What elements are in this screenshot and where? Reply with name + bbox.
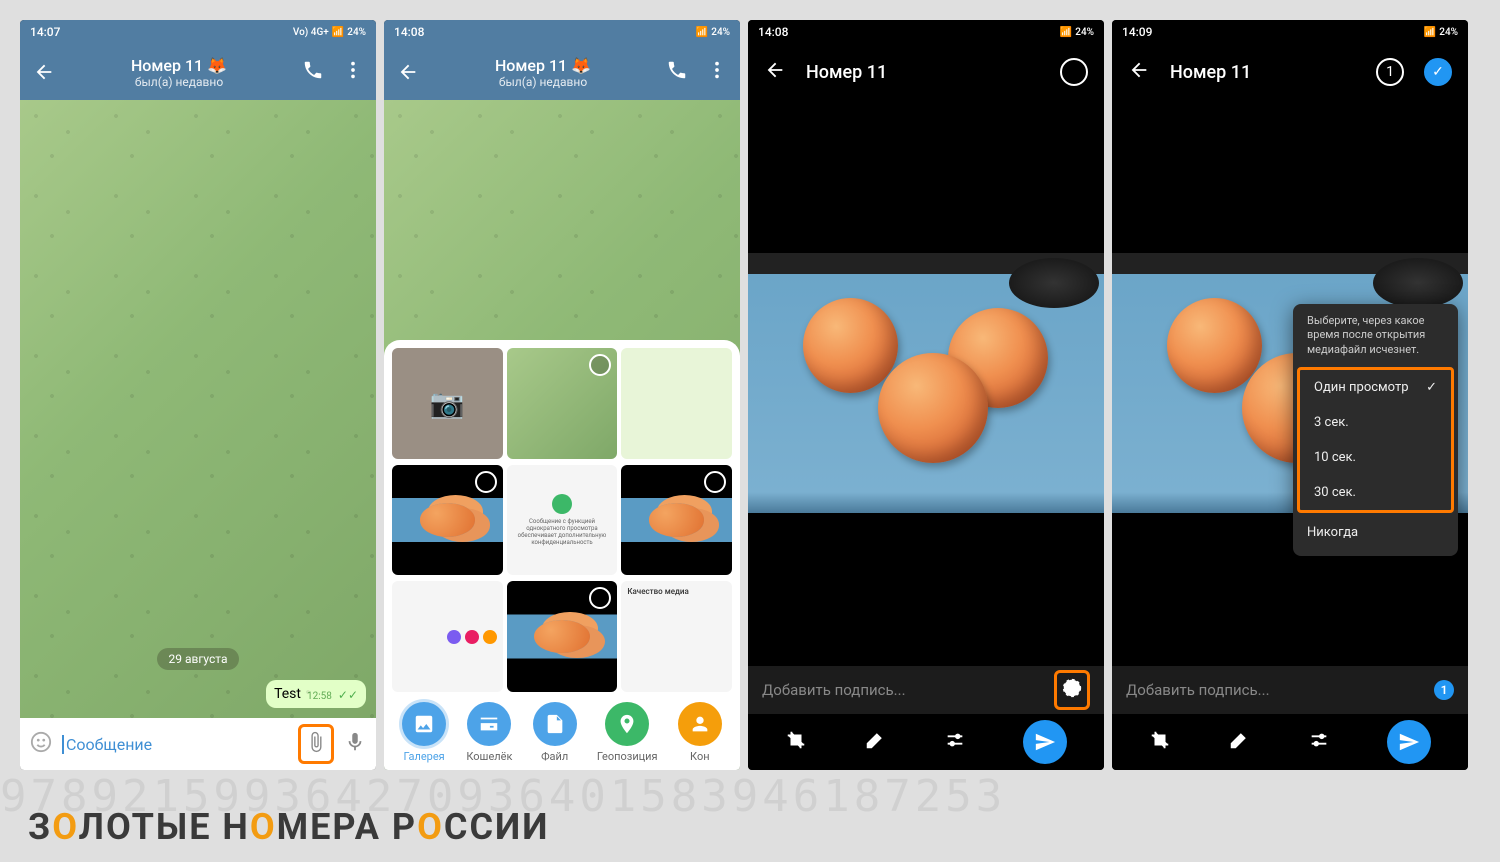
send-button[interactable] bbox=[1387, 720, 1431, 764]
status-bar: 14:08 📶24% bbox=[748, 20, 1104, 44]
back-button[interactable] bbox=[396, 60, 420, 84]
editor-title: Номер 11 bbox=[1170, 62, 1356, 83]
fox-emoji: 🦊 bbox=[207, 56, 227, 75]
editor-header: Номер 11 1 ✓ bbox=[1112, 44, 1468, 100]
screen-timer-menu: 14:09 📶24% Номер 11 1 ✓ Выберите, через … bbox=[1112, 20, 1468, 770]
camera-icon: 📷 bbox=[430, 387, 465, 420]
status-bar: 14:09 📶24% bbox=[1112, 20, 1468, 44]
send-button[interactable] bbox=[1023, 720, 1067, 764]
selected-count-badge[interactable]: 1 bbox=[1376, 58, 1404, 86]
timer-option-3s[interactable]: 3 сек. bbox=[1300, 405, 1451, 440]
timer-option-never[interactable]: Никогда bbox=[1293, 515, 1458, 550]
editor-toolbar bbox=[1112, 714, 1468, 770]
timer-button[interactable] bbox=[1054, 670, 1090, 710]
emoji-button[interactable] bbox=[30, 731, 52, 757]
crop-button[interactable] bbox=[785, 729, 807, 755]
chat-title-block[interactable]: Номер 11🦊 был(а) недавно bbox=[72, 56, 286, 89]
watermark-brand: ЗОЛОТЫЕ НОМЕРА РОССИИ bbox=[28, 806, 549, 848]
tab-location[interactable]: Геопозиция bbox=[597, 702, 658, 763]
caption-input[interactable]: Добавить подпись... bbox=[762, 681, 906, 699]
editor-toolbar bbox=[748, 714, 1104, 770]
gallery-thumb[interactable] bbox=[507, 581, 618, 692]
status-time: 14:08 bbox=[758, 25, 788, 39]
tab-contact[interactable]: Кон bbox=[678, 702, 722, 763]
screen-chat: 14:07 Vo) 4G+📶24% Номер 11🦊 был(а) недав… bbox=[20, 20, 376, 770]
status-bar: 14:07 Vo) 4G+📶24% bbox=[20, 20, 376, 44]
select-circle-button[interactable] bbox=[1060, 58, 1088, 86]
chat-header: Номер 11🦊 был(а) недавно bbox=[20, 44, 376, 100]
tune-button[interactable] bbox=[1308, 729, 1330, 755]
screen-gallery-picker: 14:08 📶24% Номер 11🦊 был(а) недавно 📷 Со… bbox=[384, 20, 740, 770]
timer-hint-text: Выберите, через какое время после открыт… bbox=[1293, 314, 1458, 365]
status-time: 14:09 bbox=[1122, 25, 1152, 39]
screen-photo-editor: 14:08 📶24% Номер 11 Добавить подпись... bbox=[748, 20, 1104, 770]
status-icons: Vo) 4G+📶24% bbox=[293, 27, 366, 38]
message-input-bar: Сообщение bbox=[20, 718, 376, 770]
gallery-thumb-info[interactable]: Сообщение с функцией однократного просмо… bbox=[507, 465, 618, 576]
camera-tile[interactable]: 📷 bbox=[392, 348, 503, 459]
status-bar: 14:08 📶24% bbox=[384, 20, 740, 44]
timer-option-30s[interactable]: 30 сек. bbox=[1300, 475, 1451, 510]
chat-title-block[interactable]: Номер 11🦊 был(а) недавно bbox=[436, 56, 650, 89]
chat-name: Номер 11 bbox=[131, 56, 203, 75]
attach-button[interactable] bbox=[298, 724, 334, 764]
self-destruct-menu: Выберите, через какое время после открыт… bbox=[1293, 304, 1458, 556]
timer-option-once[interactable]: Один просмотр✓ bbox=[1300, 370, 1451, 405]
tab-gallery[interactable]: Галерея bbox=[402, 702, 446, 763]
brush-button[interactable] bbox=[864, 729, 886, 755]
mic-button[interactable] bbox=[344, 731, 366, 757]
crop-button[interactable] bbox=[1149, 729, 1171, 755]
back-button[interactable] bbox=[32, 60, 56, 84]
select-circle-icon[interactable] bbox=[475, 471, 497, 493]
fox-emoji: 🦊 bbox=[571, 56, 591, 75]
editor-title: Номер 11 bbox=[806, 62, 1040, 83]
attachment-sheet: 📷 Сообщение с функцией однократного прос… bbox=[384, 340, 740, 770]
call-button[interactable] bbox=[302, 59, 324, 85]
more-button[interactable] bbox=[342, 59, 364, 85]
select-circle-icon[interactable] bbox=[589, 354, 611, 376]
confirm-button[interactable]: ✓ bbox=[1424, 58, 1452, 86]
attachment-tabs: Галерея Кошелёк Файл Геопозиция Кон bbox=[392, 694, 732, 762]
chat-background: 29 августа Test 12:58 ✓✓ bbox=[20, 100, 376, 718]
select-circle-icon[interactable] bbox=[589, 587, 611, 609]
gallery-thumb-quality[interactable]: Качество медиа bbox=[621, 581, 732, 692]
tab-wallet[interactable]: Кошелёк bbox=[466, 702, 512, 763]
caption-input[interactable]: Добавить подпись... bbox=[1126, 681, 1270, 699]
gallery-thumb[interactable] bbox=[507, 348, 618, 459]
chat-header: Номер 11🦊 был(а) недавно bbox=[384, 44, 740, 100]
tab-file[interactable]: Файл bbox=[533, 702, 577, 763]
editor-header: Номер 11 bbox=[748, 44, 1104, 100]
photo-preview[interactable]: Выберите, через какое время после открыт… bbox=[1112, 100, 1468, 666]
more-button[interactable] bbox=[706, 59, 728, 85]
status-time: 14:08 bbox=[394, 25, 424, 39]
back-button[interactable] bbox=[764, 59, 786, 85]
tune-button[interactable] bbox=[944, 729, 966, 755]
caption-bar: Добавить подпись... 1 bbox=[1112, 666, 1468, 714]
select-circle-icon[interactable] bbox=[704, 471, 726, 493]
gallery-thumb[interactable] bbox=[621, 465, 732, 576]
gallery-thumb[interactable] bbox=[621, 348, 732, 459]
timer-badge[interactable]: 1 bbox=[1434, 680, 1454, 700]
message-input[interactable]: Сообщение bbox=[62, 735, 288, 754]
back-button[interactable] bbox=[1128, 59, 1150, 85]
caption-bar: Добавить подпись... bbox=[748, 666, 1104, 714]
gallery-thumb[interactable] bbox=[392, 465, 503, 576]
call-button[interactable] bbox=[666, 59, 688, 85]
checkmark-icon: ✓ bbox=[1426, 380, 1437, 395]
timer-option-10s[interactable]: 10 сек. bbox=[1300, 440, 1451, 475]
gallery-thumb[interactable] bbox=[392, 581, 503, 692]
brush-button[interactable] bbox=[1228, 729, 1250, 755]
status-time: 14:07 bbox=[30, 25, 60, 39]
chat-lastseen: был(а) недавно bbox=[72, 75, 286, 89]
photo-preview[interactable] bbox=[748, 100, 1104, 666]
